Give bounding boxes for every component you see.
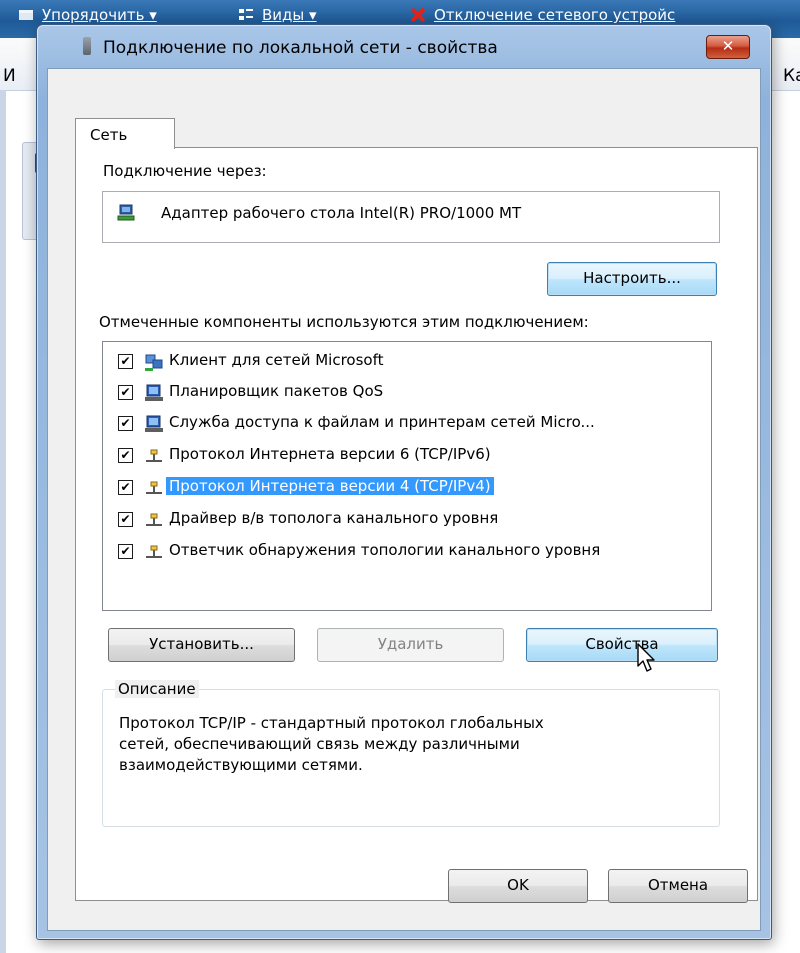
component-label: Протокол Интернета версии 4 (TCP/IPv4) [166,477,494,495]
views-menu[interactable]: Виды ▾ [238,6,317,24]
adapter-name: Адаптер рабочего стола Intel(R) PRO/1000… [161,204,522,222]
component-label: Служба доступа к файлам и принтерам сете… [169,413,595,431]
explorer-column-right-label: Ка [783,66,800,86]
component-checkbox[interactable]: ✔ [118,354,133,369]
uninstall-button-label: Удалить [377,635,444,653]
cancel-button[interactable]: Отмена [608,869,748,903]
explorer-left-edge [0,90,6,953]
organize-icon [19,10,33,20]
mouse-cursor-icon [637,643,655,672]
tab-network-label: Сеть [90,126,128,144]
install-button[interactable]: Установить... [108,628,295,662]
protocol-icon [146,449,162,462]
ok-button-label: OK [507,876,529,894]
network-adapter-icon [83,37,91,55]
uninstall-button: Удалить [317,628,504,662]
close-icon: ✕ [721,37,735,55]
component-checkbox[interactable]: ✔ [118,385,133,400]
component-label: Клиент для сетей Microsoft [169,351,384,369]
network-adapter-icon [117,204,135,221]
organize-menu[interactable]: Упорядочить ▾ [18,6,157,24]
close-button[interactable]: ✕ [706,35,750,59]
network-service-icon [145,384,163,401]
disconnect-device-label: Отключение сетевого устройс [434,6,676,24]
network-service-icon [145,415,163,432]
protocol-icon [146,481,162,494]
dialog-title: Подключение по локальной сети - свойства [103,38,498,58]
protocol-icon [146,545,162,558]
network-client-icon [145,354,163,371]
component-label: Ответчик обнаружения топологии канальног… [169,541,601,559]
properties-button[interactable]: Свойства [526,628,718,662]
dialog-titlebar[interactable]: Подключение по локальной сети - свойства… [37,25,771,67]
component-checkbox[interactable]: ✔ [118,448,133,463]
component-label: Протокол Интернета версии 6 (TCP/IPv6) [169,445,491,463]
description-text: Протокол TCP/IP - стандартный протокол г… [119,714,544,774]
install-button-label: Установить... [149,635,254,653]
protocol-icon [146,513,162,526]
component-label: Драйвер в/в тополога канального уровня [169,509,499,527]
component-checkbox[interactable]: ✔ [118,512,133,527]
configure-button[interactable]: Настроить... [547,262,717,296]
views-icon [239,9,253,20]
tab-network[interactable]: Сеть [75,118,175,149]
connect-using-label: Подключение через: [103,162,267,180]
ok-button[interactable]: OK [448,869,588,903]
component-checkbox[interactable]: ✔ [118,416,133,431]
configure-button-label: Настроить... [583,269,681,287]
views-menu-label: Виды [262,6,305,24]
component-checkbox[interactable]: ✔ [118,480,133,495]
component-checkbox[interactable]: ✔ [118,544,133,559]
component-label: Планировщик пакетов QoS [169,382,384,400]
explorer-column-left-label: И [3,66,16,86]
description-group-label: Описание [115,680,199,698]
organize-menu-label: Упорядочить [42,6,145,24]
disconnect-icon [410,8,426,22]
disconnect-device-button[interactable]: Отключение сетевого устройс [410,6,675,24]
components-label: Отмеченные компоненты используются этим … [99,313,589,331]
cancel-button-label: Отмена [647,876,709,894]
